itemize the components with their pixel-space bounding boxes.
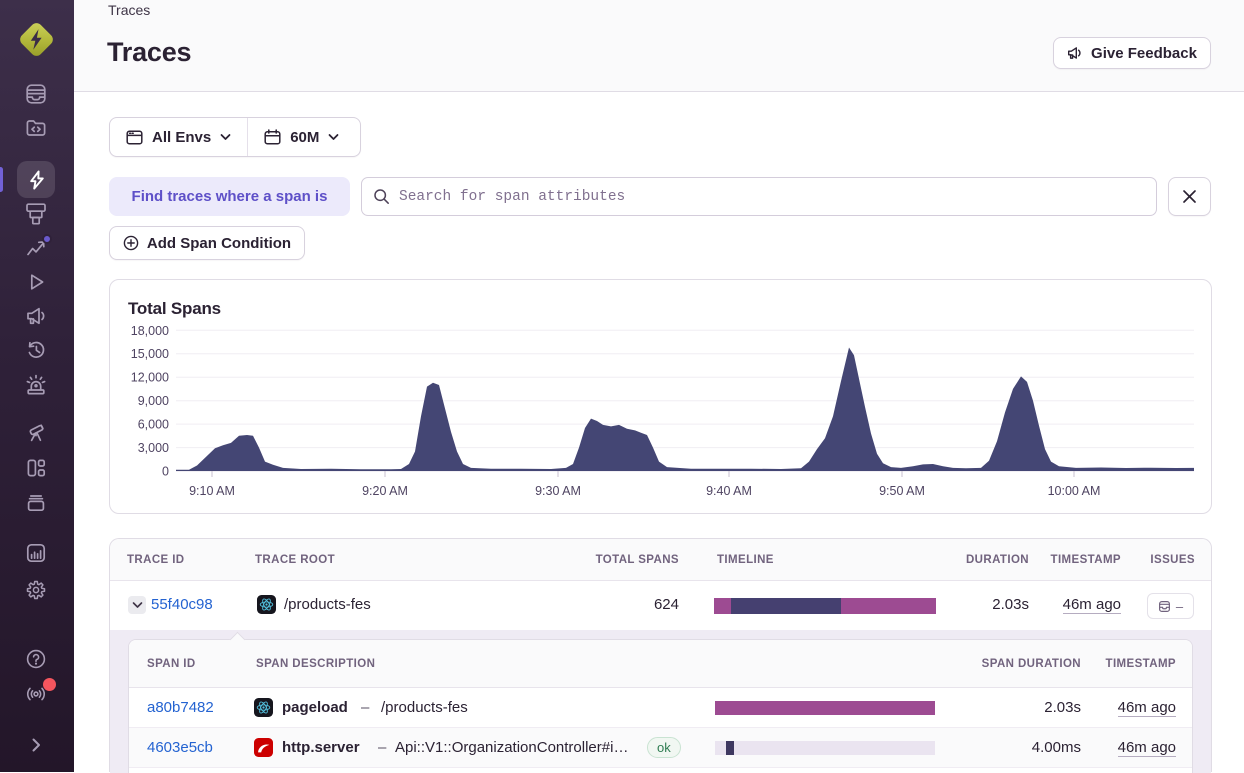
svg-text:6,000: 6,000 — [138, 418, 169, 432]
svg-text:10:00 AM: 10:00 AM — [1048, 484, 1101, 498]
svg-text:9,000: 9,000 — [138, 394, 169, 408]
svg-text:9:40 AM: 9:40 AM — [706, 484, 752, 498]
svg-text:15,000: 15,000 — [131, 347, 169, 361]
svg-text:18,000: 18,000 — [131, 324, 169, 338]
svg-text:9:20 AM: 9:20 AM — [362, 484, 408, 498]
svg-text:0: 0 — [162, 465, 169, 479]
svg-text:3,000: 3,000 — [138, 441, 169, 455]
svg-text:9:50 AM: 9:50 AM — [879, 484, 925, 498]
svg-text:12,000: 12,000 — [131, 371, 169, 385]
svg-text:9:10 AM: 9:10 AM — [189, 484, 235, 498]
svg-text:9:30 AM: 9:30 AM — [535, 484, 581, 498]
